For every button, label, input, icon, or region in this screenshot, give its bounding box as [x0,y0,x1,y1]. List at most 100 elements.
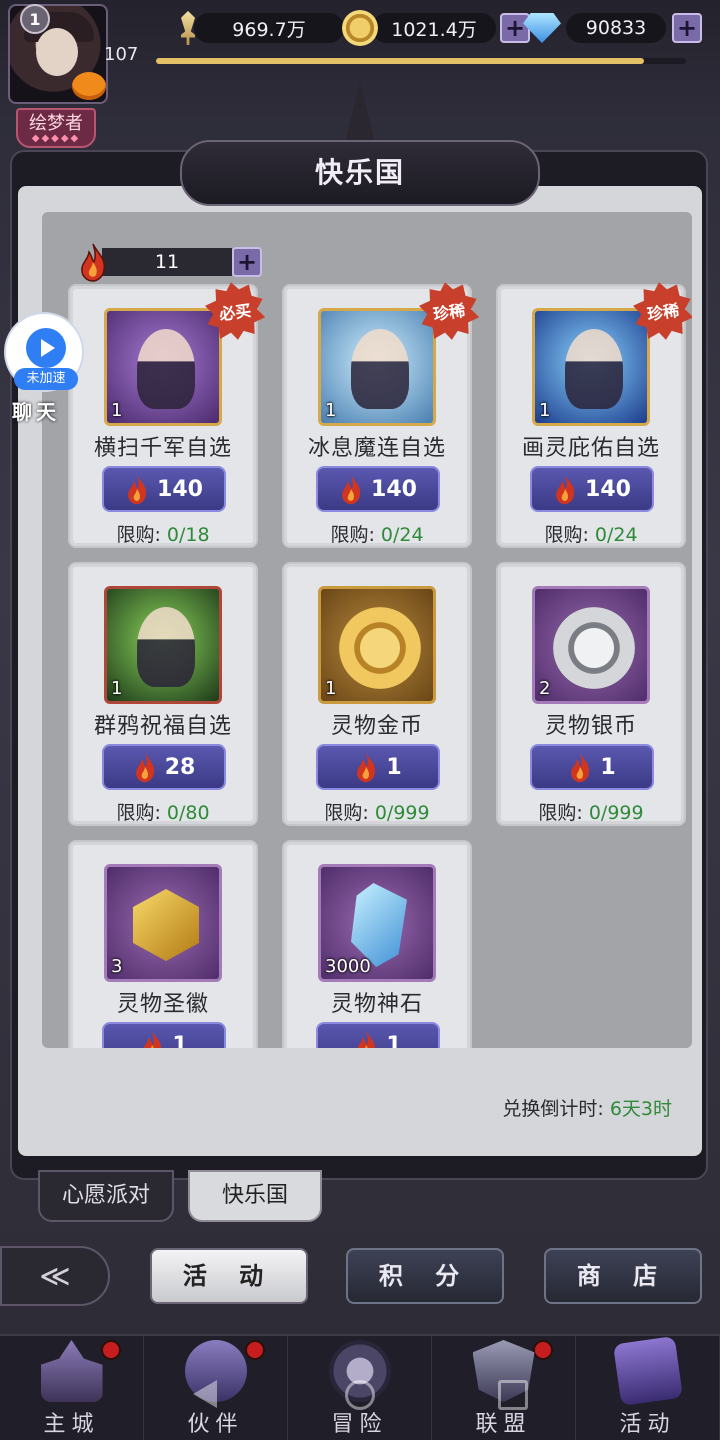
buy-button[interactable]: 140 [102,466,226,512]
price-value: 1 [600,754,616,780]
silver-coin-icon [553,607,635,689]
shop-item-card[interactable]: 2 灵物银币 1 限购: 0/999 [496,562,686,826]
item-qty: 1 [325,400,337,421]
item-name: 横扫千军自选 [93,436,232,461]
flame-icon [128,474,147,505]
price-value: 140 [157,476,203,502]
nav-main-city[interactable]: 主城 [0,1336,144,1440]
back-arrow-icon: ≪ [39,1258,71,1294]
flame-icon [357,1030,376,1048]
item-name: 灵物圣徽 [116,992,209,1017]
buy-button[interactable]: 140 [530,466,654,512]
accelerate-status: 未加速 [14,368,78,390]
shop-item-card[interactable]: 3000 灵物神石 1 [282,840,472,1048]
price-value: 1 [386,1032,402,1049]
nav-label: 活动 [619,1412,676,1437]
item-qty: 1 [111,678,123,699]
nav-label: 冒险 [331,1412,388,1437]
castle-icon [40,1340,103,1402]
pumpkin-icon [72,72,106,100]
buy-button[interactable]: 1 [316,744,440,790]
buy-button[interactable]: 28 [102,744,226,790]
buy-button[interactable]: 1 [316,1022,440,1048]
notification-dot [533,1340,553,1360]
buy-button[interactable]: 1 [530,744,654,790]
flame-icon [357,752,376,783]
diamond-icon [522,8,562,48]
activity-button[interactable]: 活 动 [150,1248,308,1304]
flame-count: 11 [102,248,232,276]
power-resource: 969.7万 [168,10,344,46]
player-level-badge: 1 [20,4,50,34]
flame-currency: 11 + [78,242,262,282]
item-name: 灵物银币 [544,714,637,739]
price-value: 1 [172,1032,188,1049]
shop-item-card[interactable]: 1 必买 横扫千军自选 140 限购: 0/18 [68,284,258,548]
crystal-icon [351,883,407,967]
item-icon: 1 [104,586,222,704]
avatar-face [36,28,78,76]
back-button[interactable]: ≪ [0,1246,110,1306]
item-icon: 3000 [318,864,436,982]
role-label: 绘梦者 [29,113,83,134]
price-value: 140 [371,476,417,502]
gold-coin-icon [340,8,380,48]
chat-label[interactable]: 聊天 [12,396,60,425]
notification-dot [101,1340,121,1360]
item-icon: 1 [318,308,436,426]
nav-label: 伙伴 [187,1412,244,1437]
shop-item-card[interactable]: 1 群鸦祝福自选 28 限购: 0/80 [68,562,258,826]
tab-happy-land[interactable]: 快乐国 [188,1170,322,1222]
item-qty: 3000 [325,956,371,977]
shop-item-card[interactable]: 1 珍稀 画灵庇佑自选 140 限购: 0/24 [496,284,686,548]
item-icon: 3 [104,864,222,982]
purchase-limit: 限购: 0/24 [330,524,424,546]
flame-icon [135,752,154,783]
item-name: 灵物神石 [330,992,423,1017]
points-button[interactable]: 积 分 [346,1248,504,1304]
shop-item-card[interactable]: 1 珍稀 冰息魔连自选 140 限购: 0/24 [282,284,472,548]
shop-item-card[interactable]: 1 灵物金币 1 限购: 0/999 [282,562,472,826]
shop-button[interactable]: 商 店 [544,1248,702,1304]
shop-item-card[interactable]: 3 灵物圣徽 1 [68,840,258,1048]
add-flame-button[interactable]: + [232,247,262,277]
purchase-limit: 限购: 0/24 [544,524,638,546]
purchase-limit: 限购: 0/80 [116,802,210,824]
shop-grid-area[interactable]: 11 + 1 必买 横扫千军自选 140 限购: 0/18 1 珍稀 冰息魔连自… [42,212,692,1048]
player-role-tag[interactable]: 绘梦者 ◆◆◆◆◆ [16,108,96,148]
tab-wish-party[interactable]: 心愿派对 [38,1170,174,1222]
flame-icon [571,752,590,783]
item-qty: 1 [325,678,337,699]
buy-button[interactable]: 140 [316,466,440,512]
player-vip-number: 107 [104,44,139,65]
exp-bar [156,58,686,64]
nav-events[interactable]: 活动 [576,1335,720,1440]
nav-label: 联盟 [475,1412,532,1437]
flame-icon [342,474,361,505]
power-value: 969.7万 [194,13,344,43]
purchase-limit: 限购: 0/999 [538,802,644,824]
holy-emblem-icon [133,889,199,961]
system-home-icon[interactable] [345,1380,375,1410]
item-name: 灵物金币 [330,714,423,739]
system-recents-icon[interactable] [498,1380,528,1410]
system-back-icon[interactable] [193,1380,217,1408]
price-value: 1 [386,754,402,780]
nav-label: 主城 [43,1412,100,1437]
item-icon: 2 [532,586,650,704]
add-diamond-button[interactable]: + [672,13,702,43]
item-name: 群鸦祝福自选 [93,714,232,739]
item-name: 冰息魔连自选 [307,436,446,461]
item-qty: 1 [111,400,123,421]
diamond-value: 90833 [566,13,666,43]
gold-coin-icon [339,607,421,689]
item-icon: 1 [532,308,650,426]
sword-icon [168,8,208,48]
flame-icon [143,1030,162,1048]
play-icon [26,328,66,368]
chat-float-button[interactable]: 未加速 [4,312,84,392]
item-icon: 1 [318,586,436,704]
buy-button[interactable]: 1 [102,1022,226,1048]
item-name: 画灵庇佑自选 [521,436,660,461]
diamond-resource: 90833 + [522,10,702,46]
